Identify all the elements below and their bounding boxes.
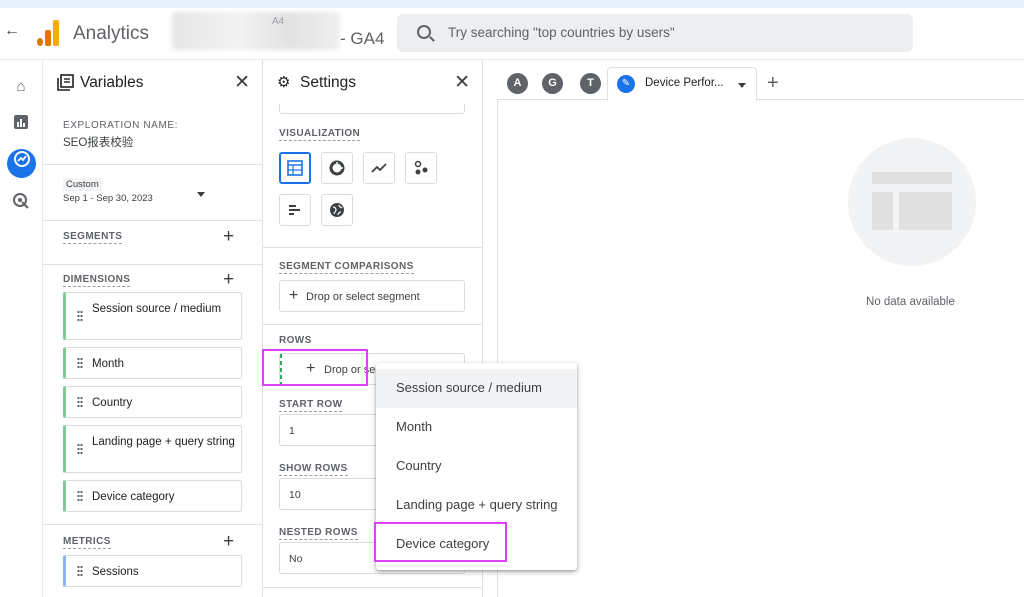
date-preset: Custom [63,178,102,191]
edit-pencil-icon: ✎ [617,75,635,93]
nav-rail: ⌂ [0,60,43,597]
visualization-label: VISUALIZATION [279,128,361,141]
dimension-chip[interactable]: Session source / medium [63,292,242,340]
donut-chart-icon[interactable] [321,152,353,184]
menu-item[interactable]: Month [376,408,577,447]
explore-icon[interactable] [7,149,36,178]
dimension-chip[interactable]: Landing page + query string [63,425,242,473]
menu-item[interactable]: Session source / medium [376,369,577,408]
top-strip [0,0,1024,8]
dimension-chip[interactable]: Device category [63,480,242,512]
close-icon[interactable]: ✕ [234,71,250,94]
arrow-back-icon[interactable]: ← [4,22,20,40]
metric-chip[interactable]: Sessions [63,555,242,587]
reports-icon[interactable] [10,114,32,136]
line-chart-icon[interactable] [363,152,395,184]
variables-panel: Variables ✕ EXPLORATION NAME: SEO报表校验 Cu… [43,60,263,597]
table-viz-button[interactable] [279,152,311,184]
settings-title: Settings [300,74,357,91]
device-category-highlight [374,522,507,562]
drag-handle-icon[interactable] [77,490,83,502]
exploration-name-label: EXPLORATION NAME: [63,120,179,131]
segments-label: SEGMENTS [63,231,123,244]
empty-state-text: No data available [866,296,955,308]
analytics-logo [37,20,59,46]
dimension-chip[interactable]: Month [63,347,242,379]
drag-handle-icon[interactable] [77,443,83,455]
account-fragment: A4 [272,16,285,27]
add-dimension-icon[interactable]: + [223,270,234,289]
avatar[interactable]: A [507,73,528,94]
search-placeholder: Try searching "top countries by users" [448,25,675,40]
variables-header: Variables ✕ [43,60,262,104]
property-name[interactable]: - GA4 [340,29,384,49]
technique-field[interactable] [279,104,465,114]
bar-chart-icon[interactable] [279,194,311,226]
show-rows-label: SHOW ROWS [279,463,348,476]
tab-bar: A G T ✎ Device Perfor... + [497,60,1024,101]
add-metric-icon[interactable]: + [223,532,234,551]
drag-handle-icon[interactable] [77,310,83,322]
plus-icon: + [289,287,299,304]
settings-header: ⚙ Settings ✕ [263,60,482,104]
home-icon[interactable]: ⌂ [10,76,32,98]
app-name: Analytics [73,23,150,44]
menu-item[interactable]: Landing page + query string [376,486,577,525]
menu-item[interactable]: Country [376,447,577,486]
segment-comparisons-label: SEGMENT COMPARISONS [279,261,414,274]
tab-label: Device Perfor... [645,77,724,89]
empty-state-illustration [848,138,976,266]
rows-drop-highlight [262,349,368,386]
advertising-icon[interactable] [10,192,32,214]
search-icon [417,25,431,39]
scatter-chart-icon[interactable] [405,152,437,184]
add-segment-icon[interactable]: + [223,227,234,246]
avatar[interactable]: G [542,73,563,94]
avatar[interactable]: T [580,73,601,94]
date-range[interactable]: Sep 1 - Sep 30, 2023 [63,193,153,204]
close-icon[interactable]: ✕ [454,71,470,94]
drag-handle-icon[interactable] [77,396,83,408]
top-app-bar: ← Analytics A4 - GA4 Try searching "top … [0,0,1024,60]
variables-title: Variables [80,74,144,91]
start-row-label: START ROW [279,399,343,412]
rows-label: ROWS [279,335,312,346]
gear-icon: ⚙ [277,74,291,91]
plus-icon[interactable]: + [767,72,779,95]
redacted-account [172,12,340,50]
metrics-label: METRICS [63,536,111,549]
tab-device-performance[interactable]: ✎ Device Perfor... [607,67,757,101]
segment-drop-target[interactable]: + Drop or select segment [279,280,465,312]
drag-handle-icon[interactable] [77,565,83,577]
variables-icon [57,74,74,91]
search-bar[interactable]: Try searching "top countries by users" [397,14,913,52]
exploration-name[interactable]: SEO报表校验 [63,134,133,150]
dimensions-label: DIMENSIONS [63,274,131,287]
nested-rows-label: NESTED ROWS [279,527,358,540]
dimension-chip[interactable]: Country [63,386,242,418]
chevron-down-icon[interactable] [197,192,205,197]
chevron-down-icon[interactable] [738,83,746,88]
drag-handle-icon[interactable] [77,357,83,369]
geo-map-icon[interactable] [321,194,353,226]
